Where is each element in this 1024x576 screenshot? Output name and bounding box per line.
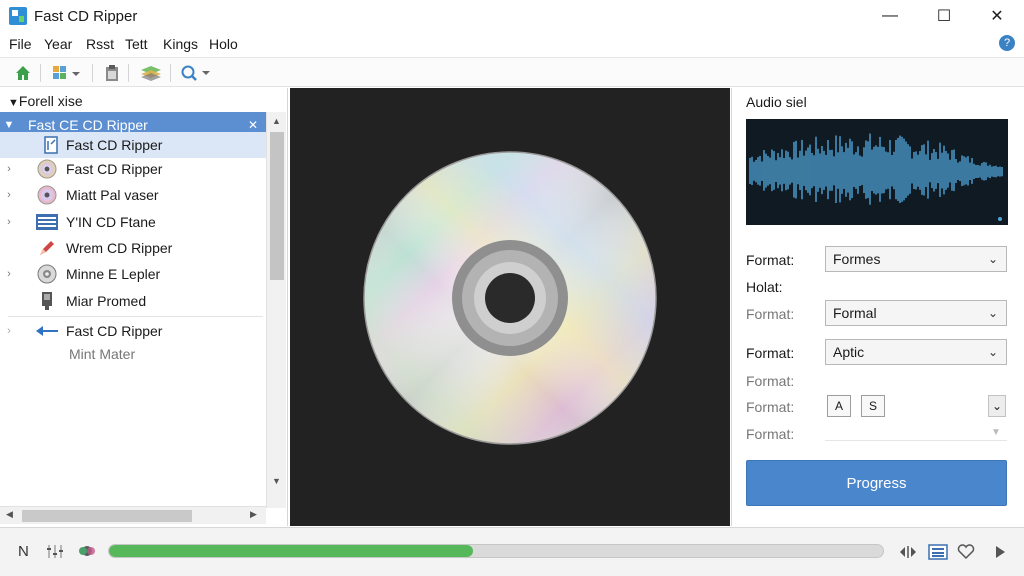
list-icon xyxy=(34,212,60,232)
heart-icon[interactable] xyxy=(954,541,978,563)
format-label: Format: xyxy=(746,426,795,442)
menu-tett[interactable]: Tett xyxy=(125,36,148,52)
scroll-up-icon[interactable]: ▲ xyxy=(272,116,281,126)
app-icon xyxy=(9,7,27,25)
format-label: Format: xyxy=(746,345,795,361)
view-grid-icon[interactable] xyxy=(52,63,82,83)
chevron-right-icon[interactable]: › xyxy=(0,325,18,337)
chevron-right-icon[interactable]: › xyxy=(0,189,18,201)
disc-gray-icon xyxy=(34,264,60,284)
format-label: Format: xyxy=(746,373,795,389)
format-label: Format: xyxy=(746,252,795,268)
tree-header[interactable]: ▼Forell xise xyxy=(8,93,83,109)
status-indicator-icon xyxy=(76,543,98,563)
device-icon xyxy=(34,291,60,311)
format-select-2[interactable]: Formal ⌄ xyxy=(825,300,1007,326)
vertical-scrollbar[interactable]: ▲ ▼ xyxy=(266,112,286,508)
clipboard-icon[interactable] xyxy=(104,63,120,83)
disc-icon xyxy=(34,159,60,179)
scroll-down-icon[interactable]: ▼ xyxy=(272,476,281,486)
layers-icon[interactable] xyxy=(140,63,162,83)
tree-item[interactable]: › Miatt Pal vaser xyxy=(0,182,266,208)
format-select-1[interactable]: Formes ⌄ xyxy=(825,246,1007,272)
disc-icon xyxy=(34,185,60,205)
tree-item[interactable]: › Y'IN CD Ftane xyxy=(0,209,266,235)
maximize-button[interactable]: ☐ xyxy=(921,0,967,32)
tree-item[interactable]: › Fast CD Ripper xyxy=(0,156,266,182)
progress-fill xyxy=(109,545,473,557)
option-s-button[interactable]: S xyxy=(861,395,885,417)
chevron-down-icon[interactable]: ⌄ xyxy=(988,395,1006,417)
window-title: Fast CD Ripper xyxy=(34,8,138,25)
rip-progress-bar xyxy=(108,544,884,558)
audio-label: Audio siel xyxy=(746,94,807,110)
tree-item[interactable]: Wrem CD Ripper xyxy=(0,235,266,261)
menu-kings[interactable]: Kings xyxy=(163,36,198,52)
title-bar: Fast CD Ripper — ☐ ✕ xyxy=(0,0,1024,32)
chevron-down-icon: ⌄ xyxy=(987,345,998,359)
playhead-dot xyxy=(998,217,1002,221)
home-icon[interactable] xyxy=(14,63,32,83)
cd-disc-image xyxy=(363,151,657,445)
tree-item[interactable]: › Minne E Lepler xyxy=(0,261,266,287)
split-icon[interactable] xyxy=(896,541,920,563)
close-icon[interactable]: ✕ xyxy=(248,118,258,132)
horizontal-scrollbar[interactable]: ◀ ▶ xyxy=(0,506,266,524)
chevron-down-icon[interactable]: ▼ xyxy=(991,427,1001,438)
format-label: Format: xyxy=(746,306,795,322)
format-select-3[interactable]: Aptic ⌄ xyxy=(825,339,1007,365)
library-tree-panel: ▼Forell xise ▼ Fast CE CD Ripper ✕ Fast … xyxy=(0,88,288,526)
scroll-left-icon[interactable]: ◀ xyxy=(6,509,13,520)
play-icon[interactable] xyxy=(988,541,1012,563)
close-button[interactable]: ✕ xyxy=(974,0,1020,32)
tree-item[interactable]: Mint Mater xyxy=(0,341,266,367)
pen-icon xyxy=(34,238,60,258)
scroll-right-icon[interactable]: ▶ xyxy=(250,509,257,520)
progress-button[interactable]: Progress xyxy=(746,460,1007,506)
list-view-icon[interactable] xyxy=(926,541,950,563)
menu-file[interactable]: File xyxy=(9,36,32,52)
status-label: N xyxy=(18,543,29,560)
audio-waveform xyxy=(746,119,1008,225)
chevron-down-icon[interactable]: ▼ xyxy=(0,119,18,131)
scroll-thumb[interactable] xyxy=(270,132,284,280)
chevron-right-icon[interactable]: › xyxy=(0,268,18,280)
tree-divider xyxy=(8,316,263,317)
help-icon[interactable]: ? xyxy=(999,35,1015,51)
chevron-right-icon[interactable]: › xyxy=(0,163,18,175)
scroll-thumb[interactable] xyxy=(22,510,192,522)
holat-label: Holat: xyxy=(746,279,783,295)
chevron-down-icon: ⌄ xyxy=(987,306,998,320)
menu-bar: File Year Rsst Tett Kings Holo xyxy=(0,32,1024,56)
settings-panel: Audio siel Format: Formes ⌄ Holat: Format… xyxy=(731,88,1024,526)
tree-item[interactable]: Fast CD Ripper xyxy=(0,132,266,158)
disc-preview xyxy=(290,88,730,526)
tree-item[interactable]: Miar Promed xyxy=(0,288,266,314)
menu-year[interactable]: Year xyxy=(44,36,72,52)
chevron-down-icon: ⌄ xyxy=(987,252,998,266)
chevron-right-icon[interactable]: › xyxy=(0,216,18,228)
document-icon xyxy=(38,135,64,155)
status-bar: N xyxy=(0,527,1024,576)
zoom-icon[interactable] xyxy=(180,63,212,83)
back-arrow-icon xyxy=(34,321,60,341)
toolbar xyxy=(0,57,1024,87)
menu-rsst[interactable]: Rsst xyxy=(86,36,114,52)
option-a-button[interactable]: A xyxy=(827,395,851,417)
format-label: Format: xyxy=(746,399,795,415)
menu-holo[interactable]: Holo xyxy=(209,36,238,52)
minimize-button[interactable]: — xyxy=(867,0,913,32)
equalizer-icon[interactable] xyxy=(46,541,66,565)
